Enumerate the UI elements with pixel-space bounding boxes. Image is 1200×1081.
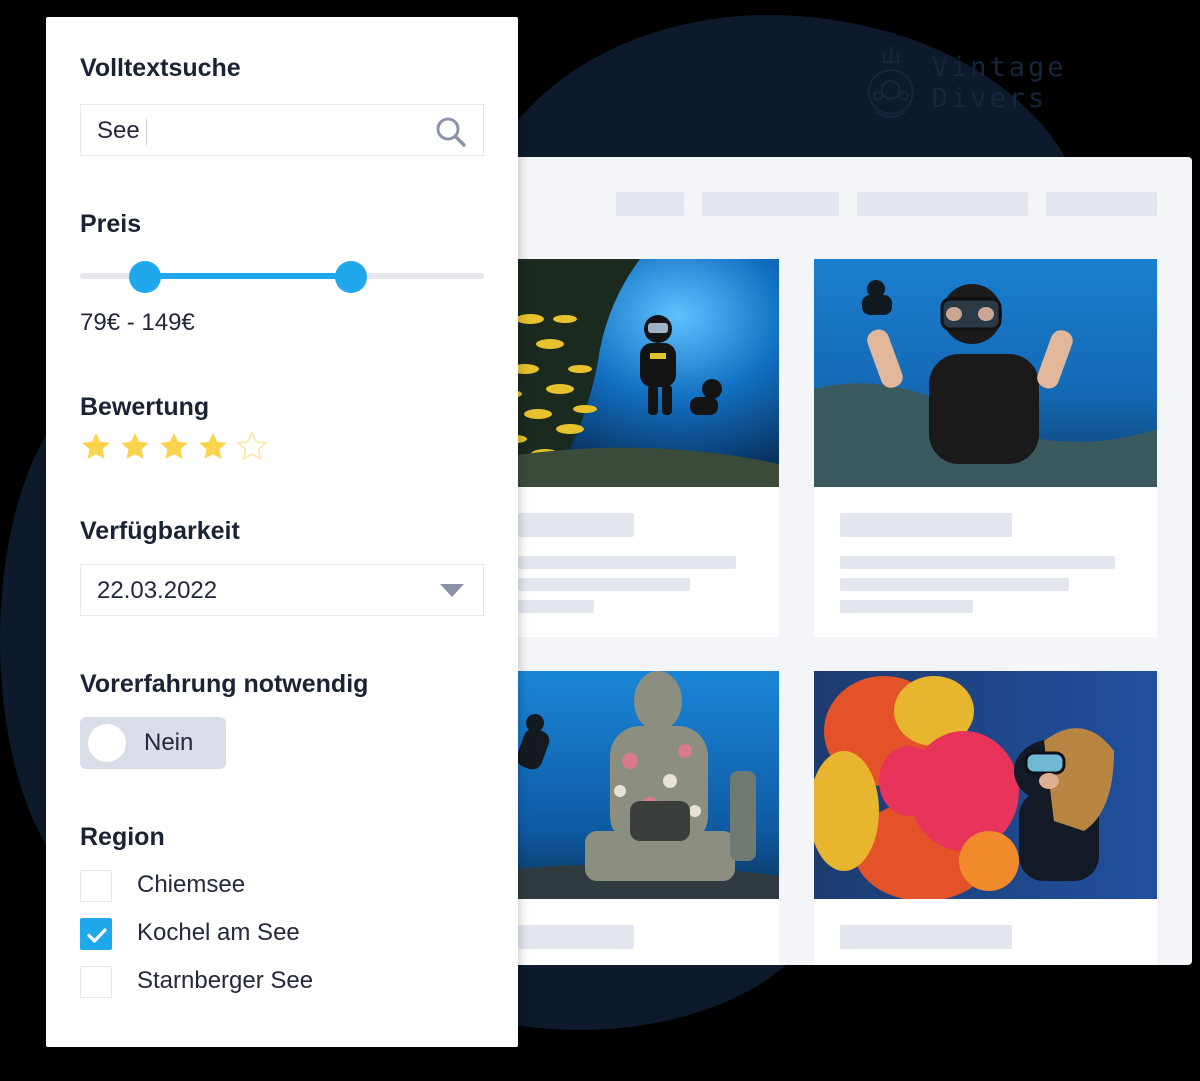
search-input-value: See [97,117,140,144]
skeleton-text-line [518,600,594,613]
date-select[interactable]: 22.03.2022 [80,564,484,616]
diver-helmet-icon [867,46,914,118]
price-slider-range [145,273,351,279]
region-option-label: Kochel am See [137,919,300,946]
brand-logo: Vintage Divers [864,44,1200,122]
skeleton-text-line [840,556,1115,569]
card-photo-diver-coral-reef [814,671,1157,899]
star-filled-icon[interactable] [119,431,151,463]
toggle-knob [88,724,126,762]
checkbox[interactable] [80,870,112,902]
checkmark-icon [87,928,107,943]
region-option-label: Starnberger See [137,967,314,994]
availability-heading: Verfügbarkeit [80,517,240,545]
skeleton-sort-tab [1046,192,1157,216]
skeleton-text-line [840,578,1069,591]
price-slider-max-handle[interactable] [335,261,367,293]
search-heading: Volltextsuche [80,54,241,82]
price-slider-min-handle[interactable] [129,261,161,293]
card-photo-diver-hand-sign [814,259,1157,487]
results-panel [490,157,1192,965]
star-filled-icon[interactable] [80,431,112,463]
experience-heading: Vorerfahrung notwendig [80,670,369,698]
toggle-label: Nein [144,729,194,756]
rating-heading: Bewertung [80,393,210,421]
skeleton-sort-tab [616,192,684,216]
card-photo-diver-fish-school [490,259,779,487]
chevron-down-icon[interactable] [440,584,464,598]
skeleton-title [840,925,1012,949]
filter-panel: Volltextsuche See Preis 79€ - 149€ Bewer… [46,17,518,1047]
skeleton-sort-tab [702,192,839,216]
skeleton-title [840,513,1012,537]
card-photo-underwater-statue [490,671,779,899]
skeleton-text-line [518,556,736,569]
skeleton-title [518,513,634,537]
result-card[interactable] [490,671,779,965]
date-select-value: 22.03.2022 [97,577,218,604]
skeleton-sort-tab [857,192,1028,216]
checkbox[interactable] [80,966,112,998]
region-option-label: Chiemsee [137,871,246,898]
skeleton-text-line [518,578,690,591]
star-empty-icon[interactable] [236,431,268,463]
result-card[interactable] [814,259,1157,637]
experience-toggle[interactable]: Nein [80,717,226,769]
star-filled-icon[interactable] [197,431,229,463]
result-card[interactable] [814,671,1157,965]
skeleton-title [518,925,634,949]
search-input[interactable]: See [80,104,484,156]
star-filled-icon[interactable] [158,431,190,463]
price-heading: Preis [80,210,142,238]
result-card[interactable] [490,259,779,637]
skeleton-text-line [840,600,973,613]
price-range-text: 79€ - 149€ [80,309,195,336]
text-caret [145,118,147,145]
region-heading: Region [80,823,165,851]
search-icon[interactable] [435,116,467,148]
checkbox-checked[interactable] [80,918,112,950]
rating-stars[interactable] [80,431,268,463]
brand-name: Vintage Divers [931,52,1067,114]
